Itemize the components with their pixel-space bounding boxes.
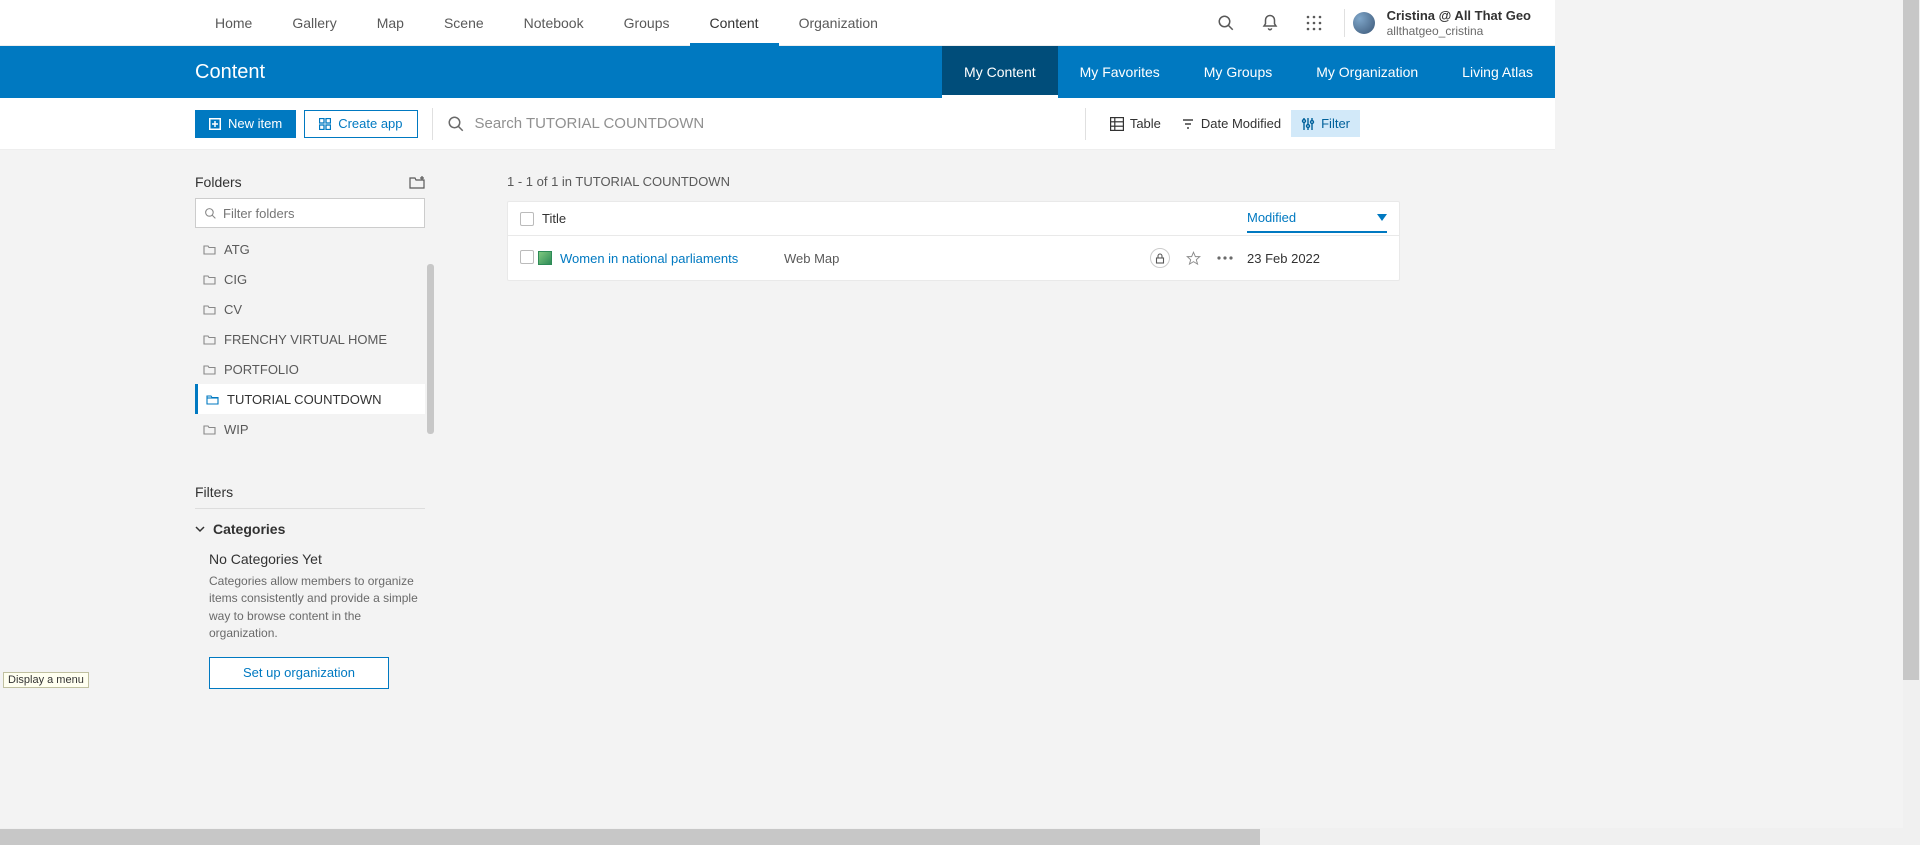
folder-search-input[interactable]	[223, 206, 416, 221]
no-categories-desc: Categories allow members to organize ite…	[209, 573, 425, 643]
bell-icon[interactable]	[1252, 5, 1288, 41]
no-categories-title: No Categories Yet	[209, 551, 425, 567]
nav-groups[interactable]: Groups	[604, 0, 690, 46]
sort-date-modified-button[interactable]: Date Modified	[1171, 110, 1291, 137]
folder-search[interactable]	[195, 198, 425, 228]
sort-label: Date Modified	[1201, 116, 1281, 131]
col-modified[interactable]: Modified	[1247, 210, 1387, 233]
page-title: Content	[195, 61, 265, 84]
results-count: 1 - 1 of 1 in TUTORIAL COUNTDOWN	[507, 174, 1555, 189]
filters-heading: Filters	[195, 484, 233, 500]
new-item-button[interactable]: New item	[195, 110, 296, 138]
user-handle: allthatgeo_cristina	[1387, 24, 1531, 38]
setup-organization-button[interactable]: Set up organization	[209, 657, 389, 689]
folder-item[interactable]: ATG	[195, 234, 425, 264]
nav-gallery[interactable]: Gallery	[272, 0, 356, 46]
folder-list: ATG CIG CV FRENCHY VIRTUAL HOME PORTFOLI…	[195, 234, 425, 444]
folder-item[interactable]: CV	[195, 294, 425, 324]
item-title-link[interactable]: Women in national parliaments	[560, 251, 738, 266]
webmap-icon	[538, 251, 552, 265]
user-menu[interactable]: Cristina @ All That Geo allthatgeo_crist…	[1353, 8, 1555, 38]
nav-organization[interactable]: Organization	[779, 0, 898, 46]
search-input[interactable]	[475, 115, 1071, 132]
apps-icon[interactable]	[1296, 5, 1332, 41]
horizontal-scrollbar[interactable]	[0, 828, 1920, 845]
folder-item[interactable]: FRENCHY VIRTUAL HOME	[195, 324, 425, 354]
item-type: Web Map	[784, 251, 1014, 266]
categories-label: Categories	[213, 521, 285, 537]
content-subnav: Content My Content My Favorites My Group…	[0, 46, 1555, 98]
row-checkbox[interactable]	[520, 250, 534, 264]
nav-notebook[interactable]: Notebook	[504, 0, 604, 46]
tab-my-favorites[interactable]: My Favorites	[1058, 46, 1182, 98]
status-tooltip: Display a menu	[3, 672, 89, 688]
categories-toggle[interactable]: Categories	[195, 521, 425, 537]
search-field[interactable]	[447, 115, 1071, 133]
items-table: Title Modified Women in national parliam…	[507, 201, 1400, 281]
vertical-scrollbar[interactable]	[1903, 0, 1920, 828]
folder-scrollbar[interactable]	[427, 264, 434, 434]
new-folder-icon[interactable]	[409, 175, 425, 189]
folder-item[interactable]: WIP	[195, 414, 425, 444]
search-icon[interactable]	[1208, 5, 1244, 41]
sharing-icon[interactable]	[1150, 248, 1170, 268]
sort-desc-icon	[1377, 214, 1387, 222]
tab-my-organization[interactable]: My Organization	[1294, 46, 1440, 98]
tab-my-groups[interactable]: My Groups	[1182, 46, 1294, 98]
favorite-star-icon[interactable]	[1186, 251, 1201, 266]
avatar	[1353, 12, 1375, 34]
nav-home[interactable]: Home	[195, 0, 272, 46]
user-display-name: Cristina @ All That Geo	[1387, 8, 1531, 23]
filter-label: Filter	[1321, 116, 1350, 131]
tab-my-content[interactable]: My Content	[942, 46, 1058, 98]
folder-item[interactable]: CIG	[195, 264, 425, 294]
view-table-button[interactable]: Table	[1100, 110, 1171, 137]
folders-heading: Folders	[195, 174, 242, 190]
view-table-label: Table	[1130, 116, 1161, 131]
nav-scene[interactable]: Scene	[424, 0, 504, 46]
create-app-button[interactable]: Create app	[304, 110, 417, 138]
nav-map[interactable]: Map	[357, 0, 424, 46]
table-row[interactable]: Women in national parliaments Web Map	[508, 236, 1399, 280]
top-nav: Home Gallery Map Scene Notebook Groups C…	[0, 0, 1555, 46]
select-all-checkbox[interactable]	[520, 212, 534, 226]
col-title[interactable]: Title	[534, 211, 1034, 226]
table-header: Title Modified	[508, 202, 1399, 236]
tab-living-atlas[interactable]: Living Atlas	[1440, 46, 1555, 98]
nav-content[interactable]: Content	[690, 0, 779, 46]
item-modified: 23 Feb 2022	[1247, 251, 1387, 266]
folder-item-selected[interactable]: TUTORIAL COUNTDOWN	[195, 384, 425, 414]
filter-button[interactable]: Filter	[1291, 110, 1360, 137]
create-app-label: Create app	[338, 116, 402, 131]
folder-item[interactable]: PORTFOLIO	[195, 354, 425, 384]
more-options-icon[interactable]	[1217, 256, 1233, 260]
content-toolbar: New item Create app Table Date Modified …	[0, 98, 1555, 150]
new-item-label: New item	[228, 116, 282, 131]
